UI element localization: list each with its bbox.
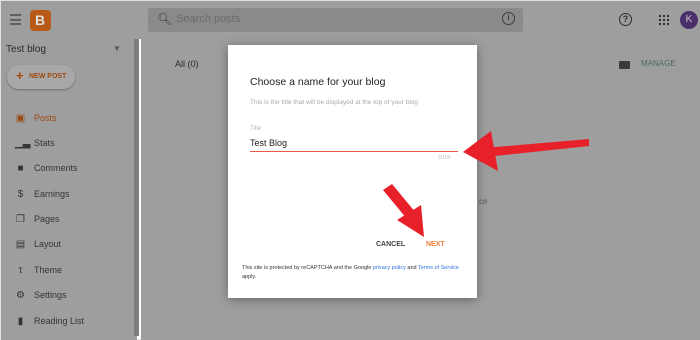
sidebar-item-posts[interactable]: ▣ Posts xyxy=(1,108,137,130)
layout-icon: ▤ xyxy=(15,239,26,250)
sidebar-scrollbar[interactable] xyxy=(134,39,139,336)
choose-name-dialog: Choose a name for your blog This is the … xyxy=(228,45,477,298)
recaptcha-and: and xyxy=(407,265,417,271)
search-bar[interactable]: 🔍︎ Search posts i xyxy=(148,8,523,32)
help-icon[interactable]: ? xyxy=(619,13,632,26)
sidebar-item-earnings[interactable]: $ Earnings xyxy=(1,184,137,206)
char-counter: 9/100 xyxy=(438,155,451,161)
sidebar-item-label: Pages xyxy=(34,214,60,224)
dropdown-caret-icon[interactable]: ▼ xyxy=(113,44,121,53)
gear-icon: ⚙ xyxy=(16,290,25,301)
sidebar-item-stats[interactable]: ▁▃ Stats xyxy=(1,133,137,155)
hamburger-menu-icon[interactable] xyxy=(10,14,21,25)
next-button[interactable]: NEXT xyxy=(426,241,445,248)
plus-icon: + xyxy=(16,68,24,83)
app-window: 🔍︎ Search posts i ? K Test blog ▼ + NEW … xyxy=(0,0,700,340)
tab-all-posts[interactable]: All (0) xyxy=(175,59,199,69)
sidebar-item-pages[interactable]: ❐ Pages xyxy=(1,209,137,231)
sidebar-item-label: Comments xyxy=(34,163,78,173)
sidebar-item-reading-list[interactable]: ▮ Reading List xyxy=(1,311,137,333)
background-text: ce xyxy=(479,197,488,206)
recaptcha-text: This site is protected by reCAPTCHA and … xyxy=(242,265,372,271)
search-input[interactable]: Search posts xyxy=(176,13,240,25)
blogger-logo[interactable] xyxy=(30,10,51,31)
terms-of-service-link[interactable]: Terms of Service xyxy=(418,265,459,271)
comments-icon: ■ xyxy=(17,163,24,174)
sidebar-item-settings[interactable]: ⚙ Settings xyxy=(1,285,137,307)
sidebar-item-comments[interactable]: ■ Comments xyxy=(1,158,137,180)
dialog-title: Choose a name for your blog xyxy=(250,76,386,88)
stats-icon: ▁▃ xyxy=(15,138,31,149)
search-icon: 🔍︎ xyxy=(157,12,173,26)
sidebar-item-label: Theme xyxy=(34,265,63,275)
recaptcha-notice: This site is protected by reCAPTCHA and … xyxy=(242,264,467,282)
theme-icon: τ xyxy=(18,265,23,276)
pages-icon: ❐ xyxy=(16,214,25,225)
label-icon[interactable] xyxy=(619,61,630,69)
sidebar-item-label: Reading List xyxy=(34,316,85,326)
top-bar: 🔍︎ Search posts i ? K xyxy=(1,1,700,39)
avatar[interactable]: K xyxy=(680,11,698,29)
sidebar-item-label: Posts xyxy=(34,113,57,123)
blog-selector[interactable]: Test blog xyxy=(6,44,46,55)
posts-icon: ▣ xyxy=(15,113,26,124)
cancel-button[interactable]: CANCEL xyxy=(376,241,405,248)
sidebar-item-label: Stats xyxy=(34,138,55,148)
new-post-label: NEW POST xyxy=(29,73,67,80)
dollar-icon: $ xyxy=(17,189,24,200)
title-field-label: Title xyxy=(250,126,262,132)
sidebar-item-layout[interactable]: ▤ Layout xyxy=(1,234,137,256)
title-field[interactable] xyxy=(250,138,458,148)
sidebar-item-theme[interactable]: τ Theme xyxy=(1,260,137,282)
privacy-policy-link[interactable]: privacy policy xyxy=(373,265,406,271)
sidebar-item-label: Layout xyxy=(34,239,62,249)
new-post-button[interactable]: + NEW POST xyxy=(7,65,75,89)
manage-link[interactable]: MANAGE xyxy=(641,59,676,68)
apps-grid-icon[interactable] xyxy=(659,15,669,25)
sidebar-item-label: Earnings xyxy=(34,189,70,199)
recaptcha-apply: apply. xyxy=(242,274,257,280)
info-icon[interactable]: i xyxy=(502,12,515,25)
sidebar-item-label: Settings xyxy=(34,290,67,300)
sidebar: Test blog ▼ + NEW POST ▣ Posts ▁▃ Stats … xyxy=(1,39,137,340)
bookmark-icon: ▮ xyxy=(17,316,24,327)
dialog-subtitle: This is the title that will be displayed… xyxy=(250,99,419,106)
title-field-underline xyxy=(250,151,458,152)
